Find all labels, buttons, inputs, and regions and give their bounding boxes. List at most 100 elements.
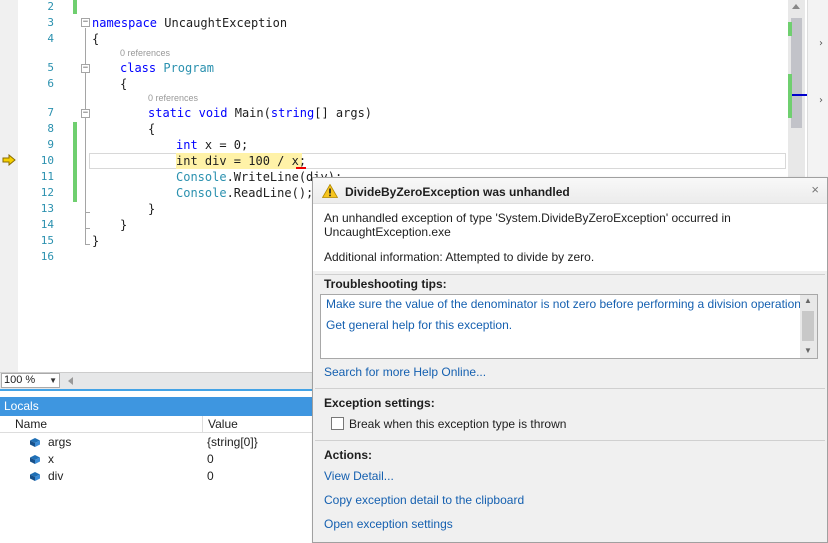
actions-heading: Actions: [324, 448, 372, 462]
code-text: UncaughtException [157, 16, 288, 30]
line-number: 3 [47, 16, 54, 29]
chevron-right-icon[interactable]: › [819, 38, 823, 49]
scroll-down-icon[interactable]: ▼ [804, 346, 812, 355]
type-name: Console [176, 170, 227, 184]
codelens-references[interactable]: 0 references [120, 48, 170, 58]
code-text: Main( [227, 106, 271, 120]
line-number: 9 [47, 138, 54, 151]
code-line-14[interactable]: } [120, 217, 127, 233]
code-line-12[interactable]: Console.ReadLine(); [176, 185, 313, 201]
line-number: 11 [40, 170, 54, 183]
scroll-left-icon[interactable] [68, 377, 73, 385]
line-number: 16 [40, 250, 54, 263]
column-header-value[interactable]: Value [203, 416, 313, 433]
keyword: class [120, 61, 157, 75]
code-text: } [148, 202, 156, 216]
line-number: 15 [40, 234, 54, 247]
line-number: 5 [47, 61, 54, 74]
scrollbar-change-marker [788, 74, 792, 118]
zoom-value: 100 % [4, 374, 36, 386]
warning-icon [322, 184, 338, 198]
copy-exception-detail-link[interactable]: Copy exception detail to the clipboard [324, 493, 524, 507]
variable-name: x [48, 452, 54, 466]
troubleshooting-tips-list[interactable]: Make sure the value of the denominator i… [320, 294, 818, 359]
exception-summary: DivideByZeroException was unhandled × An… [313, 178, 827, 271]
code-text: { [92, 32, 100, 46]
scroll-thumb[interactable] [802, 311, 814, 341]
collapse-method-icon[interactable]: − [81, 109, 90, 118]
variable-value[interactable]: 0 [207, 468, 214, 485]
instruction-pointer-icon [2, 154, 16, 166]
type-name: Program [163, 61, 214, 75]
change-marker [73, 122, 77, 202]
scroll-up-icon[interactable] [792, 4, 800, 9]
outline-guide-end [85, 228, 90, 229]
code-line-6[interactable]: { [120, 76, 127, 92]
local-variable-icon [30, 438, 40, 447]
type-name: Console [176, 186, 227, 200]
local-variable-icon [30, 455, 40, 464]
scroll-thumb[interactable] [791, 18, 802, 128]
exception-description: An unhandled exception of type 'System.D… [324, 211, 731, 239]
outline-guide-end [85, 244, 90, 245]
error-squiggle[interactable] [296, 167, 306, 169]
tip-link[interactable]: Make sure the value of the denominator i… [326, 297, 804, 311]
code-line-15[interactable]: } [92, 233, 99, 249]
keyword: string [270, 106, 315, 120]
code-text: int [176, 154, 198, 168]
break-on-throw-checkbox[interactable] [331, 417, 344, 430]
section-divider [315, 388, 825, 389]
scrollbar-change-marker [788, 22, 792, 36]
code-line-10[interactable]: int div = 100 / x; [176, 153, 306, 169]
variable-name: div [48, 469, 64, 483]
search-help-online-link[interactable]: Search for more Help Online... [324, 365, 486, 379]
code-text: } [120, 218, 128, 232]
codelens-references[interactable]: 0 references [148, 93, 198, 103]
exception-additional-info: Additional information: Attempted to div… [324, 250, 595, 264]
code-text: x = 0; [197, 138, 249, 152]
open-exception-settings-link[interactable]: Open exception settings [324, 517, 453, 531]
code-line-8[interactable]: { [148, 121, 155, 137]
variable-name: args [48, 435, 72, 449]
chevron-right-icon[interactable]: › [819, 95, 823, 106]
column-header-name[interactable]: Name [10, 416, 203, 433]
tip-link[interactable]: Get general help for this exception. [326, 318, 512, 332]
troubleshooting-heading: Troubleshooting tips: [324, 277, 447, 291]
exception-title: DivideByZeroException was unhandled [345, 185, 570, 199]
view-detail-link[interactable]: View Detail... [324, 469, 394, 483]
collapse-namespace-icon[interactable]: − [81, 18, 90, 27]
keyword: namespace [92, 16, 158, 30]
local-variable-icon [30, 472, 40, 481]
code-text: { [148, 122, 156, 136]
exception-title-bar: DivideByZeroException was unhandled × [313, 178, 827, 204]
tips-scrollbar[interactable]: ▲ ▼ [800, 295, 817, 358]
section-divider [315, 440, 825, 441]
variable-value[interactable]: 0 [207, 451, 214, 468]
code-line-5[interactable]: class Program [120, 60, 214, 76]
line-number: 2 [47, 0, 54, 13]
code-text: [] args) [314, 106, 373, 120]
code-line-3[interactable]: namespace UncaughtException [92, 15, 287, 31]
code-line-9[interactable]: int x = 0; [176, 137, 248, 153]
collapse-class-icon[interactable]: − [81, 64, 90, 73]
break-on-throw-label[interactable]: Break when this exception type is thrown [349, 417, 566, 431]
code-text: .ReadLine(); [226, 186, 314, 200]
close-icon[interactable]: × [811, 182, 819, 197]
variable-value[interactable]: {string[0]} [207, 434, 258, 451]
code-text: { [120, 77, 128, 91]
chevron-down-icon[interactable]: ▼ [49, 374, 57, 387]
glyph-margin[interactable] [0, 0, 18, 372]
line-number: 8 [47, 122, 54, 135]
code-line-4[interactable]: { [92, 31, 99, 47]
keyword: static [148, 106, 192, 120]
line-number: 4 [47, 32, 54, 45]
keyword: void [198, 106, 228, 120]
scroll-up-icon[interactable]: ▲ [804, 296, 812, 305]
code-text: } [92, 234, 100, 248]
line-number: 6 [47, 77, 54, 90]
line-number: 10 [40, 154, 54, 167]
code-line-13[interactable]: } [148, 201, 155, 217]
zoom-dropdown[interactable]: 100 % ▼ [1, 373, 60, 388]
line-number: 7 [47, 106, 54, 119]
code-line-7[interactable]: static void Main(string[] args) [148, 105, 372, 121]
